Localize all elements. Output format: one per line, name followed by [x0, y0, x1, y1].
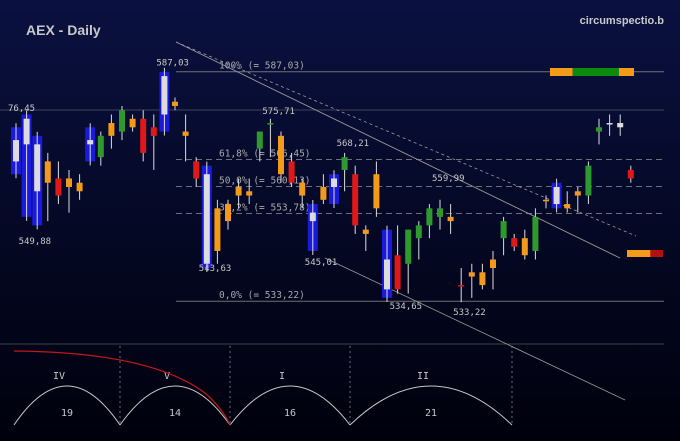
candle-body: [203, 174, 210, 264]
cycle-length-label: 21: [425, 408, 437, 419]
price-label: 559,99: [432, 174, 465, 184]
cycle-roman-label: I: [279, 371, 285, 382]
indicator-top-bar-segment: [572, 68, 619, 76]
price-label: 568,21: [337, 139, 370, 149]
candle-body: [23, 118, 30, 145]
chart-background: [0, 0, 680, 441]
candle-body: [532, 216, 539, 251]
indicator-top-bar-segment: [550, 68, 573, 76]
price-label: 575,71: [262, 107, 295, 117]
candle-body: [574, 191, 581, 196]
indicator-top-bar-segment: [618, 68, 634, 76]
candle-body: [373, 174, 380, 209]
candle-body: [479, 272, 486, 286]
price-label: 543,63: [199, 264, 232, 274]
candle-body: [288, 161, 295, 183]
fib-label: 38,2% (= 553,78): [219, 203, 311, 214]
candle-body: [55, 178, 62, 196]
candle-body: [426, 208, 433, 226]
candle-body: [13, 140, 19, 162]
candle-body: [564, 204, 571, 209]
candle-body: [140, 118, 147, 153]
cycle-length-label: 14: [169, 408, 181, 419]
candle-body: [193, 161, 200, 179]
cycle-roman-label: IV: [53, 371, 65, 382]
candle-body: [172, 101, 178, 106]
candle-body: [405, 229, 412, 264]
price-label: 533,22: [453, 308, 486, 318]
candle-body: [553, 187, 560, 205]
candle-body: [299, 182, 306, 196]
brand-label: circumspectio.b: [580, 15, 665, 27]
candle-body: [129, 118, 136, 128]
candle-body: [161, 76, 168, 115]
candle-body: [34, 144, 41, 192]
fib-label: 0,0% (= 533,22): [219, 290, 305, 301]
cycle-length-label: 16: [284, 408, 296, 419]
candle-body: [182, 131, 189, 136]
candle-body: [66, 178, 72, 187]
price-label: 545,01: [305, 258, 338, 268]
candle-body: [331, 178, 337, 187]
candle-body: [256, 131, 263, 149]
candle-body: [341, 157, 348, 170]
candle-body: [97, 135, 104, 158]
candle-body: [108, 123, 115, 136]
price-label: 534,65: [390, 302, 423, 312]
candle-body: [447, 216, 454, 222]
candle-body: [627, 169, 634, 179]
fib-label: 50,0% (= 560,13): [219, 175, 311, 186]
candle-body: [119, 110, 125, 132]
candle-body: [320, 187, 327, 200]
candle-body: [394, 255, 401, 290]
candle-body: [278, 135, 284, 175]
fib-label: 61,8% (= 566,45): [219, 148, 311, 159]
fib-label: 100% (= 587,03): [219, 61, 305, 72]
candle-body: [596, 127, 602, 132]
price-label: 76,45: [8, 104, 35, 114]
candle-body: [585, 165, 592, 196]
candle-body: [511, 238, 518, 247]
chart-title: AEX - Daily: [26, 22, 101, 38]
chart-frame: 100% (= 587,03) 61,8% (= 566,45) 50,0% (= …: [0, 0, 680, 441]
candle-body: [617, 123, 624, 128]
candle-body: [415, 225, 422, 239]
cycle-length-label: 19: [61, 408, 73, 419]
candle-body: [235, 187, 242, 196]
candle-body: [490, 259, 496, 269]
cycle-roman-label: II: [417, 371, 429, 382]
price-label: 587,03: [156, 59, 189, 69]
candle-body: [437, 208, 443, 217]
candle-body: [543, 199, 549, 202]
indicator-side-bar-segment: [627, 250, 651, 257]
candle-body: [521, 238, 528, 256]
candle-body: [458, 285, 465, 287]
candle-body: [150, 127, 157, 136]
price-label: 549,88: [19, 237, 52, 247]
candle-body: [76, 182, 83, 192]
candle-body: [468, 272, 475, 277]
candle-body: [352, 174, 359, 226]
candlestick-chart: 100% (= 587,03) 61,8% (= 566,45) 50,0% (= …: [0, 0, 680, 441]
candle-body: [362, 229, 369, 234]
candle-body: [87, 140, 94, 145]
candle-body: [246, 191, 253, 196]
candle-body: [606, 123, 613, 125]
candle-body: [500, 221, 507, 239]
candle-body: [309, 212, 316, 222]
indicator-side-bar-segment: [650, 250, 663, 257]
candle-body: [44, 161, 51, 183]
candle-body: [214, 208, 221, 251]
candle-body: [225, 204, 231, 222]
candle-body: [267, 123, 274, 125]
candle-body: [384, 259, 390, 290]
